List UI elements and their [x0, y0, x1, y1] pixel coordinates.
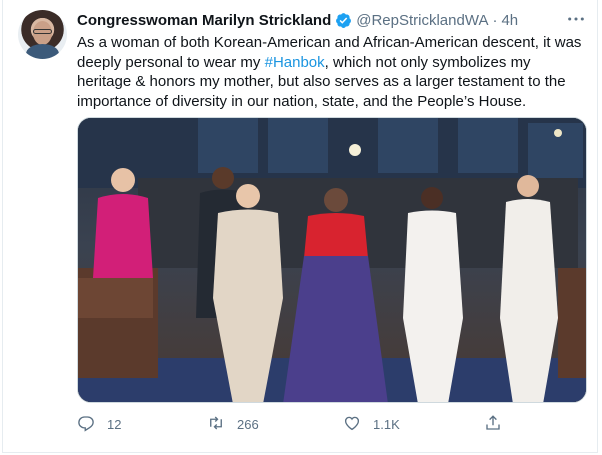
reply-icon: [77, 414, 107, 435]
avatar[interactable]: [18, 10, 67, 59]
retweet-button[interactable]: 266: [207, 414, 259, 435]
reply-count: 12: [107, 417, 122, 432]
like-icon: [343, 414, 373, 435]
author-handle[interactable]: @RepStricklandWA: [356, 12, 488, 29]
reply-button[interactable]: 12: [77, 414, 121, 435]
avatar-glasses: [33, 29, 52, 34]
author-name[interactable]: Congresswoman Marilyn Strickland: [77, 12, 331, 29]
tweet-photo[interactable]: [77, 117, 587, 403]
retweet-icon: [207, 414, 237, 435]
avatar-shoulders: [26, 44, 59, 59]
tweet-text: As a woman of both Korean-American and A…: [77, 33, 587, 111]
header-separator: ·: [492, 11, 498, 29]
more-options-icon[interactable]: [566, 12, 586, 26]
tweet-header: Congresswoman Marilyn Strickland @RepStr…: [77, 10, 518, 30]
photo-illustration: [78, 118, 586, 402]
verified-badge-icon: [335, 12, 352, 29]
like-button[interactable]: 1.1K: [343, 414, 400, 435]
share-icon: [484, 414, 514, 435]
share-button[interactable]: [484, 414, 514, 435]
tweet-actions: 12 266 1.1K: [77, 414, 587, 434]
tweet-timestamp[interactable]: 4h: [501, 12, 518, 29]
like-count: 1.1K: [373, 417, 400, 432]
retweet-count: 266: [237, 417, 259, 432]
hashtag-link[interactable]: #Hanbok: [265, 54, 325, 71]
